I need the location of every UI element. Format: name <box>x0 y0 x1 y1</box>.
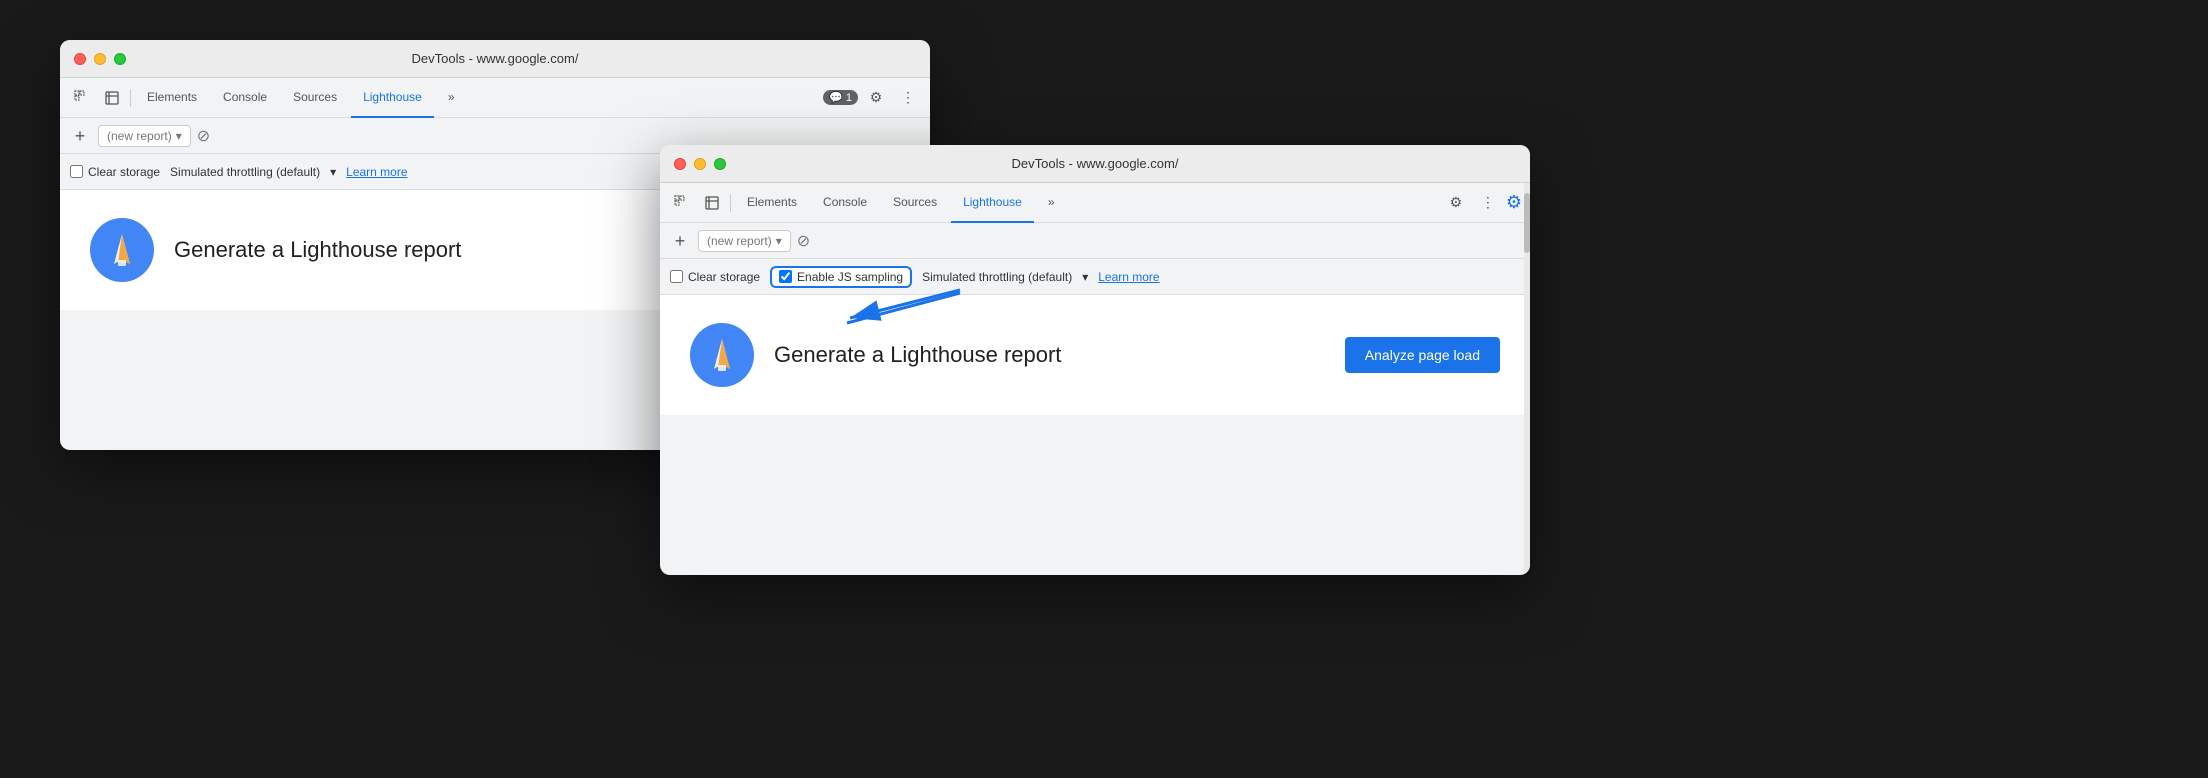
tab-more-back[interactable]: » <box>436 78 467 118</box>
traffic-lights-back <box>74 53 126 65</box>
add-report-button-back[interactable]: + <box>68 127 92 145</box>
tab-elements-back[interactable]: Elements <box>135 78 209 118</box>
clear-storage-label-front: Clear storage <box>688 270 760 284</box>
minimize-button-front[interactable] <box>694 158 706 170</box>
maximize-button-front[interactable] <box>714 158 726 170</box>
report-select-front[interactable]: (new report) ▾ <box>698 230 791 252</box>
options-bar-front: Clear storage Enable JS sampling Simulat… <box>660 259 1530 295</box>
clear-storage-checkbox-front[interactable]: Clear storage <box>670 270 760 284</box>
toolbar-front: Elements Console Sources Lighthouse » ⚙ … <box>660 183 1530 223</box>
toolbar-back: Elements Console Sources Lighthouse » 💬 … <box>60 78 930 118</box>
more-icon-back[interactable]: ⋮ <box>894 84 922 112</box>
close-button-back[interactable] <box>74 53 86 65</box>
clear-storage-input-back[interactable] <box>70 165 83 178</box>
tab-console-front[interactable]: Console <box>811 183 879 223</box>
chat-count: 1 <box>846 92 852 104</box>
lighthouse-logo-back <box>90 218 154 282</box>
toolbar-right-back: 💬 1 ⚙ ⋮ <box>823 84 922 112</box>
cancel-report-button-back[interactable]: ⊘ <box>197 126 210 146</box>
clear-storage-label-back: Clear storage <box>88 165 160 179</box>
add-report-button-front[interactable]: + <box>668 232 692 250</box>
main-content-front: Generate a Lighthouse report Analyze pag… <box>660 295 1530 415</box>
tab-lighthouse-back[interactable]: Lighthouse <box>351 78 434 118</box>
toolbar-divider-front <box>730 194 731 212</box>
learn-more-link-back[interactable]: Learn more <box>346 165 407 179</box>
clear-storage-checkbox-back[interactable]: Clear storage <box>70 165 160 179</box>
js-sampling-checkbox-front[interactable]: Enable JS sampling <box>770 266 912 288</box>
minimize-button-back[interactable] <box>94 53 106 65</box>
report-select-back[interactable]: (new report) ▾ <box>98 125 191 147</box>
report-placeholder-front: (new report) <box>707 234 772 248</box>
title-bar-back: DevTools - www.google.com/ <box>60 40 930 78</box>
throttle-label-back: Simulated throttling (default) <box>170 165 320 179</box>
scrollbar[interactable] <box>1524 183 1530 575</box>
gear-blue-icon[interactable]: ⚙ <box>1506 192 1522 213</box>
learn-more-link-front[interactable]: Learn more <box>1098 270 1159 284</box>
settings-icon-front[interactable]: ⚙ <box>1442 189 1470 217</box>
analyze-page-load-button[interactable]: Analyze page load <box>1345 337 1500 373</box>
tab-more-front[interactable]: » <box>1036 183 1067 223</box>
cursor-icon[interactable] <box>68 84 96 112</box>
js-sampling-label-front: Enable JS sampling <box>797 270 903 284</box>
toolbar-divider <box>130 89 131 107</box>
traffic-lights-front <box>674 158 726 170</box>
inspect-icon[interactable] <box>98 84 126 112</box>
throttle-dropdown-icon-front: ▾ <box>1082 270 1088 284</box>
settings-icon-back[interactable]: ⚙ <box>862 84 890 112</box>
inspect-icon-front[interactable] <box>698 189 726 217</box>
chat-badge[interactable]: 💬 1 <box>823 90 858 105</box>
devtools-window-front: DevTools - www.google.com/ Elements Cons… <box>660 145 1530 575</box>
title-bar-front: DevTools - www.google.com/ <box>660 145 1530 183</box>
maximize-button-back[interactable] <box>114 53 126 65</box>
toolbar-right-front: ⚙ ⋮ ⚙ <box>1442 189 1522 217</box>
cursor-icon-front[interactable] <box>668 189 696 217</box>
window-title-front: DevTools - www.google.com/ <box>1012 156 1179 171</box>
chat-icon: 💬 <box>829 91 843 104</box>
generate-text-front: Generate a Lighthouse report <box>774 342 1061 368</box>
tab-lighthouse-front[interactable]: Lighthouse <box>951 183 1034 223</box>
throttle-label-front: Simulated throttling (default) <box>922 270 1072 284</box>
scrollbar-thumb[interactable] <box>1524 193 1530 253</box>
tab-elements-front[interactable]: Elements <box>735 183 809 223</box>
tab-sources-back[interactable]: Sources <box>281 78 349 118</box>
clear-storage-input-front[interactable] <box>670 270 683 283</box>
cancel-report-button-front[interactable]: ⊘ <box>797 231 810 251</box>
throttle-dropdown-icon-back: ▾ <box>330 165 336 179</box>
tab-console-back[interactable]: Console <box>211 78 279 118</box>
close-button-front[interactable] <box>674 158 686 170</box>
tab-sources-front[interactable]: Sources <box>881 183 949 223</box>
lighthouse-logo-front <box>690 323 754 387</box>
report-dropdown-icon-front: ▾ <box>776 234 782 248</box>
report-bar-front: + (new report) ▾ ⊘ <box>660 223 1530 259</box>
more-icon-front[interactable]: ⋮ <box>1474 189 1502 217</box>
window-title-back: DevTools - www.google.com/ <box>412 51 579 66</box>
generate-text-back: Generate a Lighthouse report <box>174 237 461 263</box>
report-placeholder-back: (new report) <box>107 129 172 143</box>
report-dropdown-icon: ▾ <box>176 129 182 143</box>
js-sampling-input-front[interactable] <box>779 270 792 283</box>
